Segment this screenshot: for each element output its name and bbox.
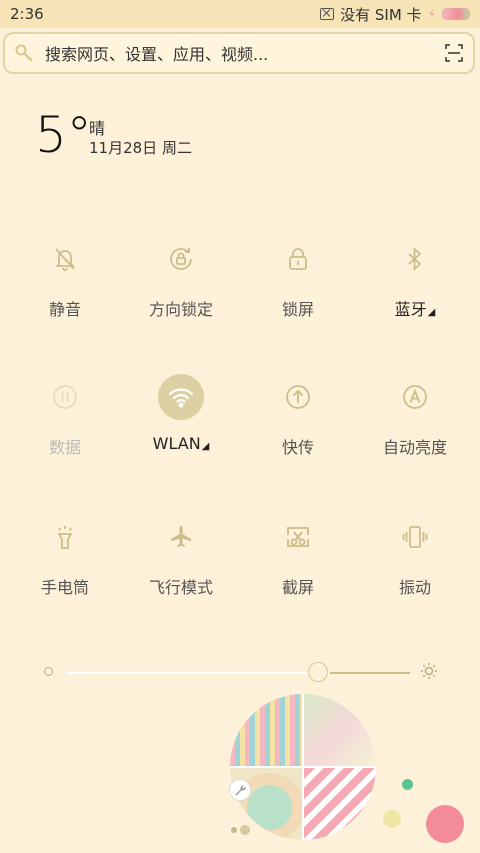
toggle-screenshot[interactable]: 截屏 — [238, 514, 358, 614]
charging-bolt-icon: ⚡ — [427, 7, 436, 21]
airplane-icon — [158, 514, 204, 560]
weather-date: 11月28日 周二 — [89, 139, 192, 157]
toggle-bluetooth-label: 蓝牙◢ — [395, 296, 436, 320]
no-sim-icon — [320, 8, 335, 20]
brightness-high-icon — [420, 662, 438, 684]
toggle-mute-label: 静音 — [48, 300, 81, 319]
toggle-vibrate-label: 振动 — [398, 578, 431, 597]
decor-dot — [231, 827, 237, 833]
decor-ball-green — [402, 779, 413, 790]
toggle-auto-brightness-label: 自动亮度 — [382, 438, 447, 457]
toggle-lock-screen[interactable]: 锁屏 — [238, 236, 358, 336]
toggle-airplane-mode-label: 飞行模式 — [148, 578, 213, 597]
toggle-mobile-data-label: 数据 — [48, 438, 81, 457]
toggle-rotation-lock-label: 方向锁定 — [148, 300, 213, 319]
more-options-corner-icon: ◢ — [201, 441, 210, 452]
quick-transfer-icon — [275, 374, 321, 420]
rotation-lock-icon — [158, 236, 204, 282]
toggle-vibrate[interactable]: 振动 — [355, 514, 475, 614]
toggle-screenshot-label: 截屏 — [281, 578, 314, 597]
brightness-track-filled — [66, 672, 318, 674]
toggle-mobile-data[interactable]: 数据 — [5, 374, 125, 474]
toggle-wlan-label: WLAN◢ — [153, 434, 210, 453]
bell-off-icon — [42, 236, 88, 282]
toggle-lock-screen-label: 锁屏 — [281, 300, 314, 319]
toggle-quick-transfer[interactable]: 快传 — [238, 374, 358, 474]
brightness-thumb[interactable] — [308, 662, 328, 682]
toggle-auto-brightness[interactable]: 自动亮度 — [355, 374, 475, 474]
mobile-data-icon — [42, 374, 88, 420]
decor-ball-pink[interactable] — [426, 805, 464, 843]
search-bar[interactable]: 搜索网页、设置、应用、视频... — [3, 32, 475, 74]
status-time: 2:36 — [10, 5, 44, 23]
vibrate-icon — [392, 514, 438, 560]
toggle-flashlight-label: 手电筒 — [40, 578, 89, 597]
decor-ball-yellow — [383, 810, 401, 828]
search-icon — [15, 44, 33, 62]
wrench-icon[interactable] — [229, 779, 251, 801]
bluetooth-label-text: 蓝牙 — [394, 300, 427, 319]
wallpaper-tile — [304, 768, 376, 840]
wallpaper-tile — [230, 694, 302, 766]
toggle-mute[interactable]: 静音 — [5, 236, 125, 336]
decor-dot — [240, 825, 250, 835]
toggle-rotation-lock[interactable]: 方向锁定 — [121, 236, 241, 336]
toggle-airplane-mode[interactable]: 飞行模式 — [121, 514, 241, 614]
search-input[interactable]: 搜索网页、设置、应用、视频... — [45, 41, 445, 65]
wifi-icon — [158, 374, 204, 420]
wlan-label-text: WLAN — [152, 434, 201, 453]
battery-icon — [442, 8, 470, 20]
lock-icon — [275, 236, 321, 282]
status-right: 没有 SIM 卡 ⚡ — [320, 4, 470, 25]
brightness-low-icon — [44, 667, 53, 676]
screenshot-icon — [275, 514, 321, 560]
toggle-flashlight[interactable]: 手电筒 — [5, 514, 125, 614]
weather-condition: 晴 — [89, 119, 106, 138]
toggle-wlan[interactable]: WLAN◢ — [121, 374, 241, 474]
brightness-track-empty — [330, 672, 410, 674]
temperature[interactable]: 5° — [35, 110, 92, 160]
scan-icon[interactable] — [445, 44, 463, 62]
wallpaper-preview[interactable] — [230, 694, 376, 840]
carrier-text: 没有 SIM 卡 — [340, 5, 422, 24]
brightness-slider[interactable] — [0, 660, 480, 684]
more-options-corner-icon: ◢ — [427, 307, 436, 318]
flashlight-icon — [42, 514, 88, 560]
status-bar: 2:36 没有 SIM 卡 ⚡ — [0, 0, 480, 28]
wallpaper-tile — [304, 694, 376, 766]
toggle-quick-transfer-label: 快传 — [281, 438, 314, 457]
bluetooth-icon — [392, 236, 438, 282]
toggle-bluetooth[interactable]: 蓝牙◢ — [355, 236, 475, 336]
auto-brightness-icon — [392, 374, 438, 420]
